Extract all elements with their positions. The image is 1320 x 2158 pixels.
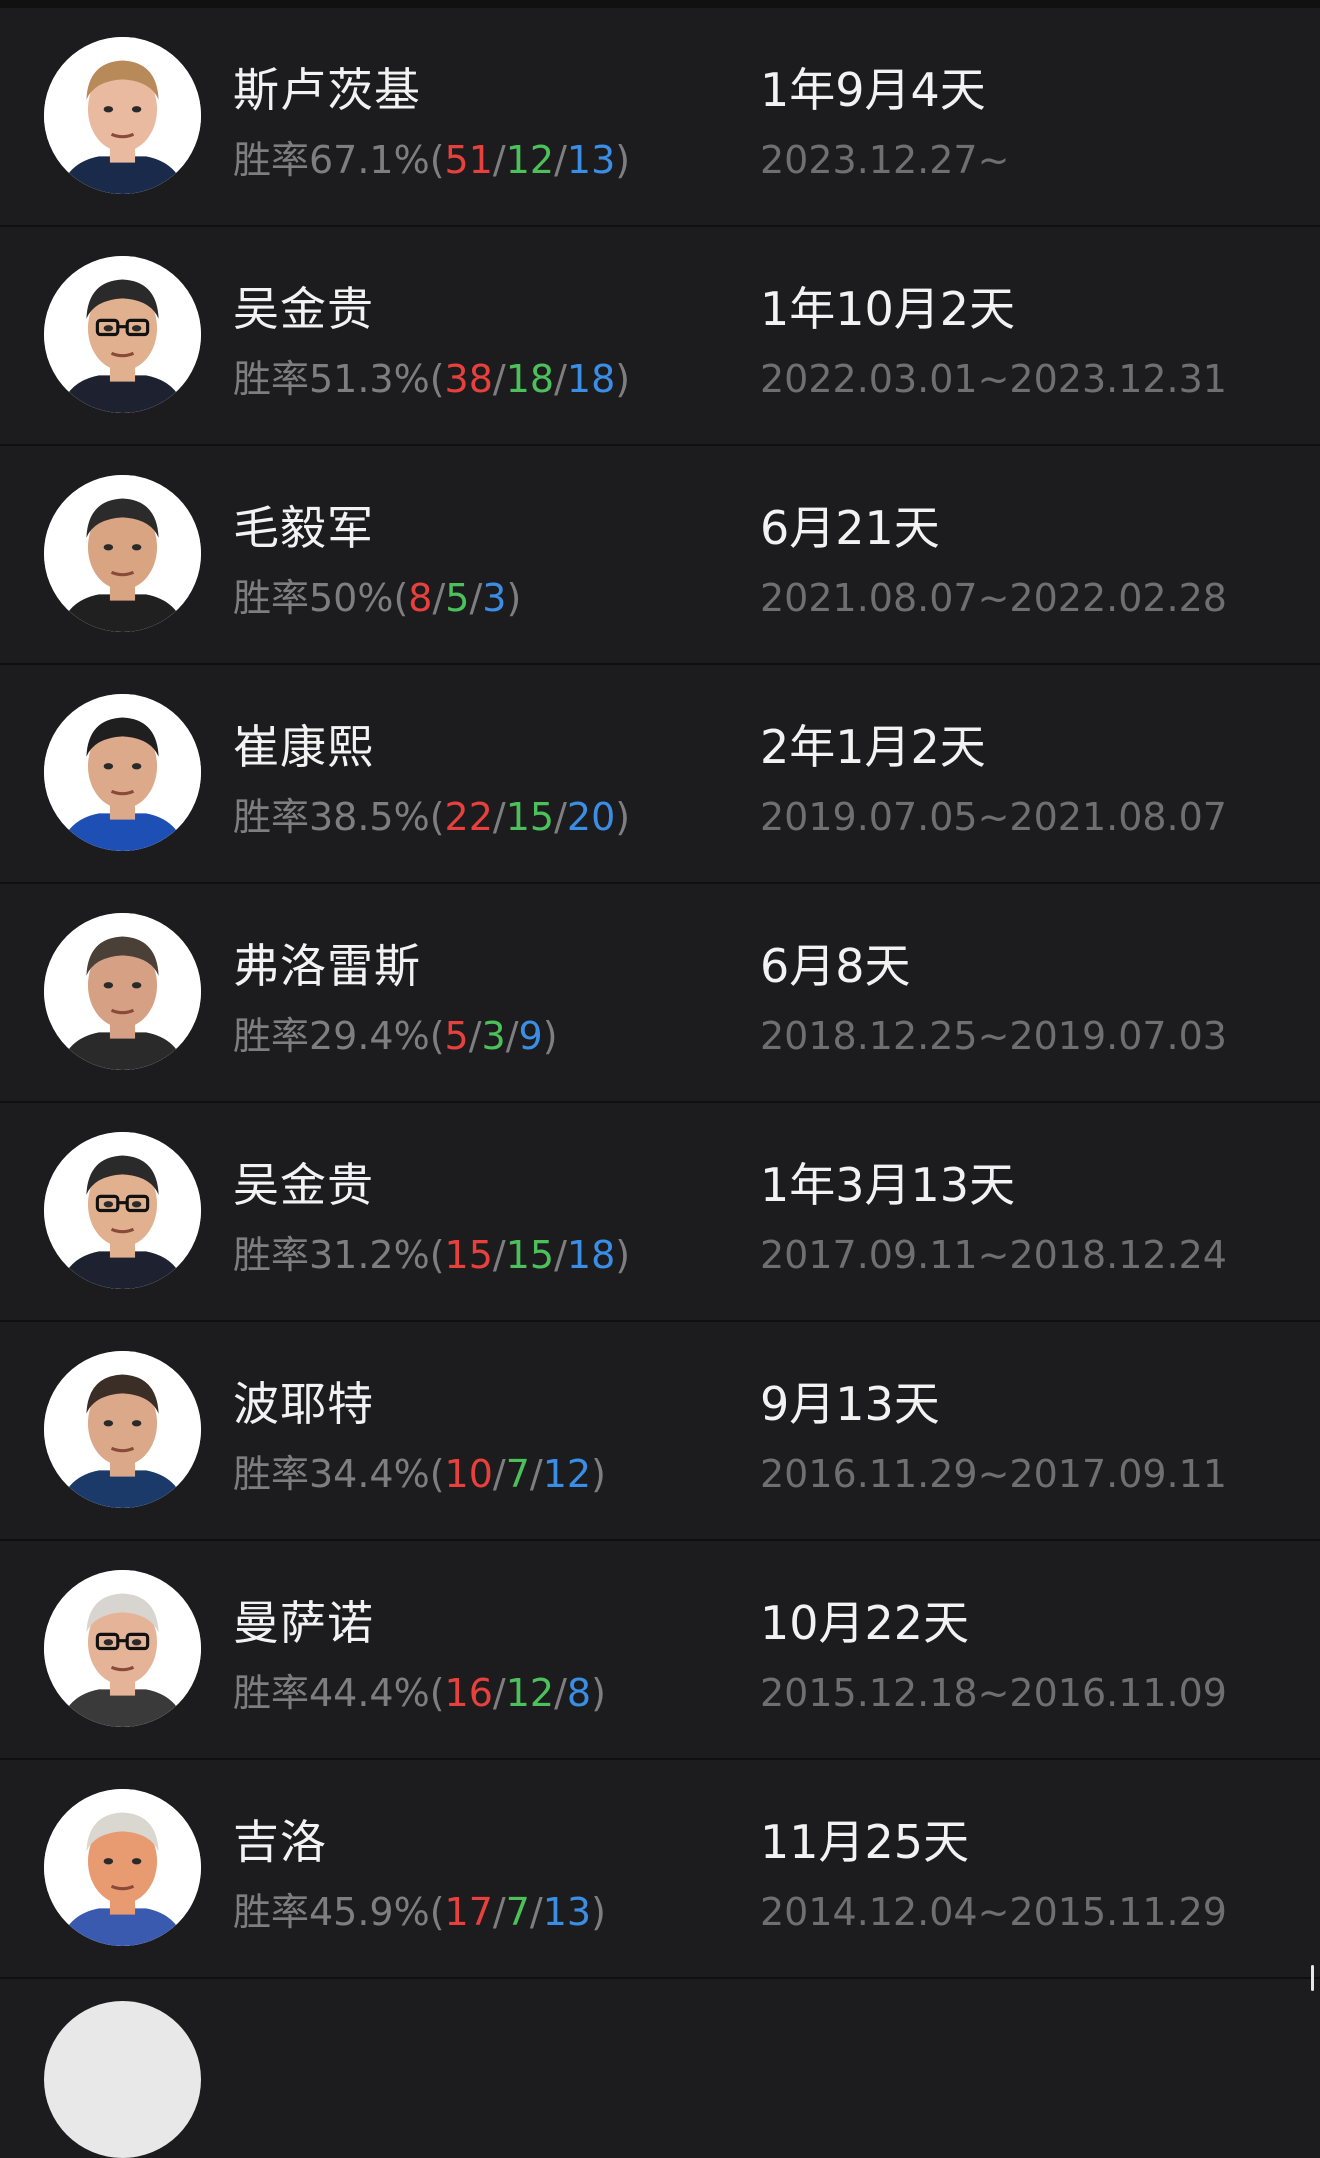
coach-name: 斯卢茨基	[233, 63, 421, 117]
coach-name: 弗洛雷斯	[233, 939, 421, 993]
coach-avatar	[44, 1351, 201, 1508]
tenure-period: 2022.03.01~2023.12.31	[760, 357, 1227, 401]
win-rate: 胜率45.9%	[233, 1890, 430, 1934]
coach-avatar	[44, 1570, 201, 1727]
coach-name: 崔康熙	[233, 720, 374, 774]
coach-row[interactable]: 吴金贵胜率51.3%(38/18/18) 1年10月2天 2022.03.01~20…	[0, 227, 1320, 446]
tenure-period: 2021.08.07~2022.02.28	[760, 576, 1227, 620]
coach-avatar	[44, 1132, 201, 1289]
wins-count: 8	[408, 576, 433, 620]
tenure-duration: 1年10月2天	[760, 282, 1016, 336]
win-rate: 胜率34.4%	[233, 1452, 430, 1496]
coach-avatar	[44, 37, 201, 194]
tenure-period: 2016.11.29~2017.09.11	[760, 1452, 1227, 1496]
tenure-period: 2017.09.11~2018.12.24	[760, 1233, 1227, 1277]
losses-count: 8	[566, 1671, 592, 1715]
wins-count: 10	[444, 1452, 493, 1496]
coach-avatar	[44, 2001, 201, 2158]
coach-name: 曼萨诺	[233, 1596, 374, 1650]
win-rate: 胜率31.2%	[233, 1233, 430, 1277]
coach-row[interactable]: 弗洛雷斯胜率29.4%(5/3/9) 6月8天 2018.12.25~2019.07…	[0, 884, 1320, 1103]
win-rate: 胜率67.1%	[233, 138, 430, 182]
wins-count: 22	[444, 795, 493, 839]
draws-count: 18	[505, 357, 555, 401]
losses-count: 13	[566, 138, 616, 182]
coach-avatar	[44, 1789, 201, 1946]
draws-count: 3	[481, 1014, 506, 1058]
losses-count: 18	[566, 357, 616, 401]
tenure-period: 2023.12.27~	[760, 138, 1010, 182]
win-rate-record: 胜率45.9%(17/7/13)	[233, 1890, 606, 1934]
losses-count: 3	[482, 576, 507, 620]
coach-name: 吉洛	[233, 1815, 327, 1869]
tenure-period: 2019.07.05~2021.08.07	[760, 795, 1227, 839]
coach-row[interactable]: 崔康熙胜率38.5%(22/15/20) 2年1月2天 2019.07.05~202…	[0, 665, 1320, 884]
win-rate: 胜率38.5%	[233, 795, 430, 839]
coach-avatar	[44, 475, 201, 632]
coach-row[interactable]: 毛毅军胜率50%(8/5/3) 6月21天 2021.08.07~2022.02.2…	[0, 446, 1320, 665]
coach-name: 毛毅军	[233, 501, 374, 555]
losses-count: 12	[542, 1452, 592, 1496]
coach-row[interactable]: 吉洛胜率45.9%(17/7/13) 11月25天 2014.12.04~2015.…	[0, 1760, 1320, 1979]
scroll-indicator[interactable]	[1311, 1965, 1314, 1991]
win-rate-record: 胜率38.5%(22/15/20)	[233, 795, 631, 839]
coach-row-partial[interactable]	[0, 1979, 1320, 2158]
tenure-period: 2015.12.18~2016.11.09	[760, 1671, 1227, 1715]
draws-count: 15	[505, 795, 555, 839]
losses-count: 13	[542, 1890, 592, 1934]
win-rate: 胜率50%	[233, 576, 394, 620]
draws-count: 7	[505, 1890, 530, 1934]
win-rate: 胜率44.4%	[233, 1671, 430, 1715]
win-rate-record: 胜率44.4%(16/12/8)	[233, 1671, 606, 1715]
tenure-duration: 2年1月2天	[760, 720, 986, 774]
win-rate-record: 胜率51.3%(38/18/18)	[233, 357, 631, 401]
draws-count: 12	[505, 1671, 555, 1715]
draws-count: 5	[445, 576, 470, 620]
losses-count: 18	[566, 1233, 616, 1277]
top-strip	[0, 0, 1320, 8]
draws-count: 7	[505, 1452, 530, 1496]
win-rate: 胜率51.3%	[233, 357, 430, 401]
coach-list: 斯卢茨基胜率67.1%(51/12/13) 1年9月4天 2023.12.27~ 吴金…	[0, 8, 1320, 2158]
draws-count: 12	[505, 138, 555, 182]
tenure-duration: 6月21天	[760, 501, 940, 555]
coach-name: 吴金贵	[233, 1158, 374, 1212]
wins-count: 17	[444, 1890, 493, 1934]
coach-avatar	[44, 913, 201, 1070]
wins-count: 15	[444, 1233, 493, 1277]
coach-row[interactable]: 吴金贵胜率31.2%(15/15/18) 1年3月13天 2017.09.11~20…	[0, 1103, 1320, 1322]
tenure-duration: 11月25天	[760, 1815, 970, 1869]
win-rate-record: 胜率31.2%(15/15/18)	[233, 1233, 631, 1277]
coach-avatar	[44, 256, 201, 413]
coach-row[interactable]: 曼萨诺胜率44.4%(16/12/8) 10月22天 2015.12.18~2016…	[0, 1541, 1320, 1760]
tenure-duration: 1年3月13天	[760, 1158, 1016, 1212]
coach-name: 吴金贵	[233, 282, 374, 336]
tenure-period: 2014.12.04~2015.11.29	[760, 1890, 1227, 1934]
wins-count: 5	[444, 1014, 469, 1058]
losses-count: 20	[566, 795, 616, 839]
win-rate-record: 胜率29.4%(5/3/9)	[233, 1014, 558, 1058]
coach-name: 波耶特	[233, 1377, 374, 1431]
tenure-duration: 10月22天	[760, 1596, 970, 1650]
losses-count: 9	[518, 1014, 543, 1058]
wins-count: 38	[444, 357, 493, 401]
win-rate-record: 胜率67.1%(51/12/13)	[233, 138, 631, 182]
wins-count: 16	[444, 1671, 493, 1715]
draws-count: 15	[505, 1233, 555, 1277]
tenure-duration: 6月8天	[760, 939, 911, 993]
coach-row[interactable]: 斯卢茨基胜率67.1%(51/12/13) 1年9月4天 2023.12.27~	[0, 8, 1320, 227]
tenure-duration: 9月13天	[760, 1377, 940, 1431]
win-rate: 胜率29.4%	[233, 1014, 430, 1058]
coach-avatar	[44, 694, 201, 851]
win-rate-record: 胜率34.4%(10/7/12)	[233, 1452, 606, 1496]
win-rate-record: 胜率50%(8/5/3)	[233, 576, 522, 620]
tenure-period: 2018.12.25~2019.07.03	[760, 1014, 1227, 1058]
tenure-duration: 1年9月4天	[760, 63, 986, 117]
wins-count: 51	[444, 138, 493, 182]
coach-row[interactable]: 波耶特胜率34.4%(10/7/12) 9月13天 2016.11.29~2017.…	[0, 1322, 1320, 1541]
